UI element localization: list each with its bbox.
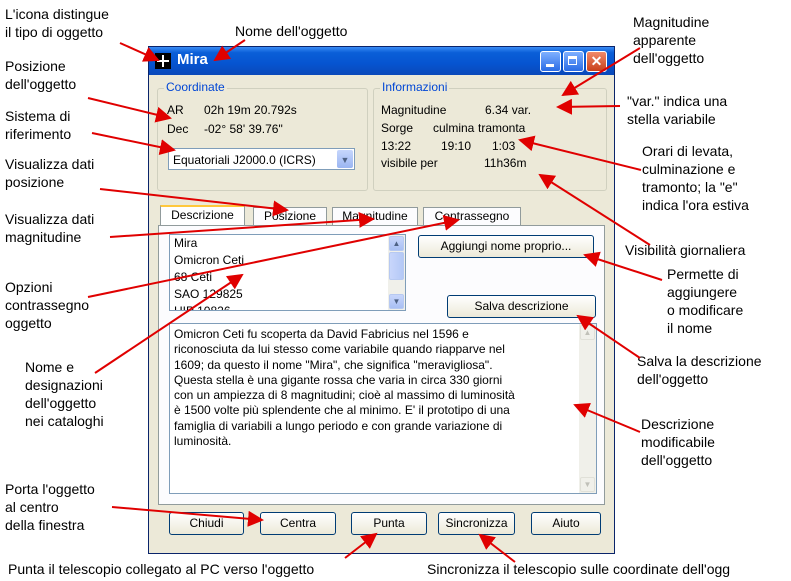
arrow-show-position (99, 188, 289, 217)
arrow-point-telescope (344, 532, 378, 559)
arrow-icon-type (119, 42, 160, 62)
arrow-object-name (213, 39, 246, 62)
arrow-save-description (576, 314, 641, 359)
arrow-names-catalogs (94, 273, 244, 374)
arrow-var (556, 98, 621, 115)
arrow-editable-description (573, 402, 641, 433)
arrow-show-magnitude (109, 211, 375, 238)
arrow-reference-system (91, 132, 176, 155)
arrow-daily-visibility (538, 173, 651, 246)
arrow-magnitude (561, 47, 641, 97)
arrow-rise-times (518, 135, 642, 171)
arrow-marker-options (87, 215, 460, 298)
arrow-center-object (111, 506, 264, 527)
annotation-arrows (87, 39, 663, 563)
arrow-add-name (583, 251, 663, 281)
arrow-sync-telescope (478, 533, 516, 563)
arrow-position (87, 97, 172, 123)
